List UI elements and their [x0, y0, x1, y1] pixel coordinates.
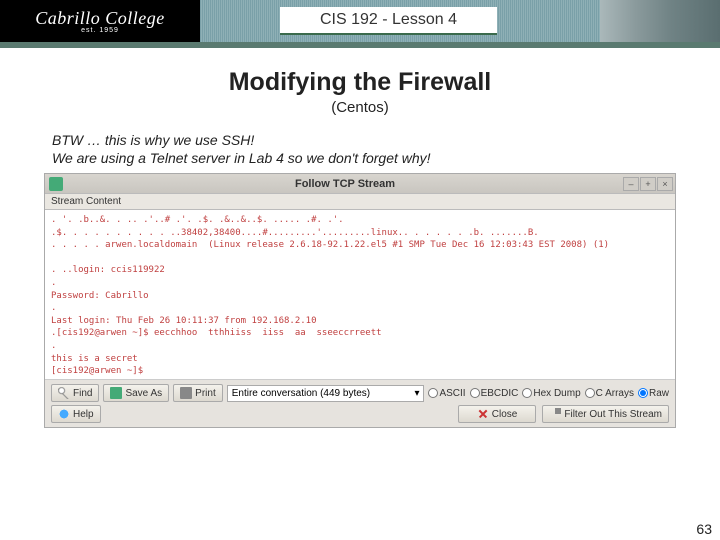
close-button[interactable]: Close	[458, 405, 537, 423]
stream-content: . '. .b..&. . .. .'..# .'. .$. .&..&..$.…	[45, 210, 675, 380]
print-icon	[180, 387, 192, 399]
minimize-button[interactable]: –	[623, 177, 639, 191]
note-line-1: BTW … this is why we use SSH!	[52, 132, 692, 150]
filter-button[interactable]: Filter Out This Stream	[542, 405, 669, 423]
slide-body: Modifying the Firewall (Centos) BTW … th…	[0, 48, 720, 428]
help-label: Help	[73, 409, 94, 420]
wireshark-window: Follow TCP Stream – + × Stream Content .…	[44, 173, 676, 428]
help-icon	[58, 408, 70, 420]
radio-ebcdic[interactable]: EBCDIC	[470, 388, 519, 399]
radio-ascii[interactable]: ASCII	[428, 388, 465, 399]
find-icon	[58, 387, 70, 399]
note-block: BTW … this is why we use SSH! We are usi…	[52, 132, 692, 167]
help-button[interactable]: Help	[51, 405, 101, 423]
stream-content-label: Stream Content	[45, 194, 675, 210]
button-row-2: Help Close Filter Out This Stream	[51, 405, 669, 423]
print-button[interactable]: Print	[173, 384, 223, 402]
filter-label: Filter Out This Stream	[564, 409, 662, 420]
conversation-dropdown[interactable]: Entire conversation (449 bytes) ▾	[227, 385, 425, 402]
college-logo: Cabrillo College est. 1959	[0, 0, 200, 42]
button-row-1: Find Save As Print Entire conversation (…	[51, 384, 669, 402]
close-icon	[477, 408, 489, 420]
format-radio-group: ASCII EBCDIC Hex Dump C Arrays Raw	[428, 388, 669, 399]
filter-icon	[549, 408, 561, 420]
header-photo	[600, 0, 720, 42]
note-line-2: We are using a Telnet server in Lab 4 so…	[52, 150, 692, 168]
radio-hex[interactable]: Hex Dump	[522, 388, 580, 399]
window-title: Follow TCP Stream	[67, 178, 623, 190]
save-as-label: Save As	[125, 388, 162, 399]
page-number: 63	[696, 521, 712, 537]
stream-text: . '. .b..&. . .. .'..# .'. .$. .&..&..$.…	[51, 215, 609, 376]
chevron-down-icon: ▾	[414, 388, 419, 399]
save-as-button[interactable]: Save As	[103, 384, 169, 402]
window-titlebar: Follow TCP Stream – + ×	[45, 174, 675, 194]
lesson-title: CIS 192 - Lesson 4	[280, 7, 497, 35]
dropdown-text: Entire conversation (449 bytes)	[232, 388, 370, 399]
find-button[interactable]: Find	[51, 384, 99, 402]
logo-subtext: est. 1959	[81, 27, 119, 34]
close-label: Close	[492, 409, 518, 420]
window-footer: Find Save As Print Entire conversation (…	[45, 380, 675, 427]
radio-raw[interactable]: Raw	[638, 388, 669, 399]
maximize-button[interactable]: +	[640, 177, 656, 191]
page-subtitle: (Centos)	[28, 99, 692, 116]
print-label: Print	[195, 388, 216, 399]
close-window-button[interactable]: ×	[657, 177, 673, 191]
lesson-title-wrap: CIS 192 - Lesson 4	[200, 0, 600, 42]
window-controls: – + ×	[623, 177, 673, 191]
app-icon	[49, 177, 63, 191]
slide-header: Cabrillo College est. 1959 CIS 192 - Les…	[0, 0, 720, 42]
radio-carrays[interactable]: C Arrays	[585, 388, 634, 399]
page-title: Modifying the Firewall	[28, 68, 692, 97]
logo-text: Cabrillo College	[35, 8, 165, 29]
save-icon	[110, 387, 122, 399]
find-label: Find	[73, 388, 92, 399]
